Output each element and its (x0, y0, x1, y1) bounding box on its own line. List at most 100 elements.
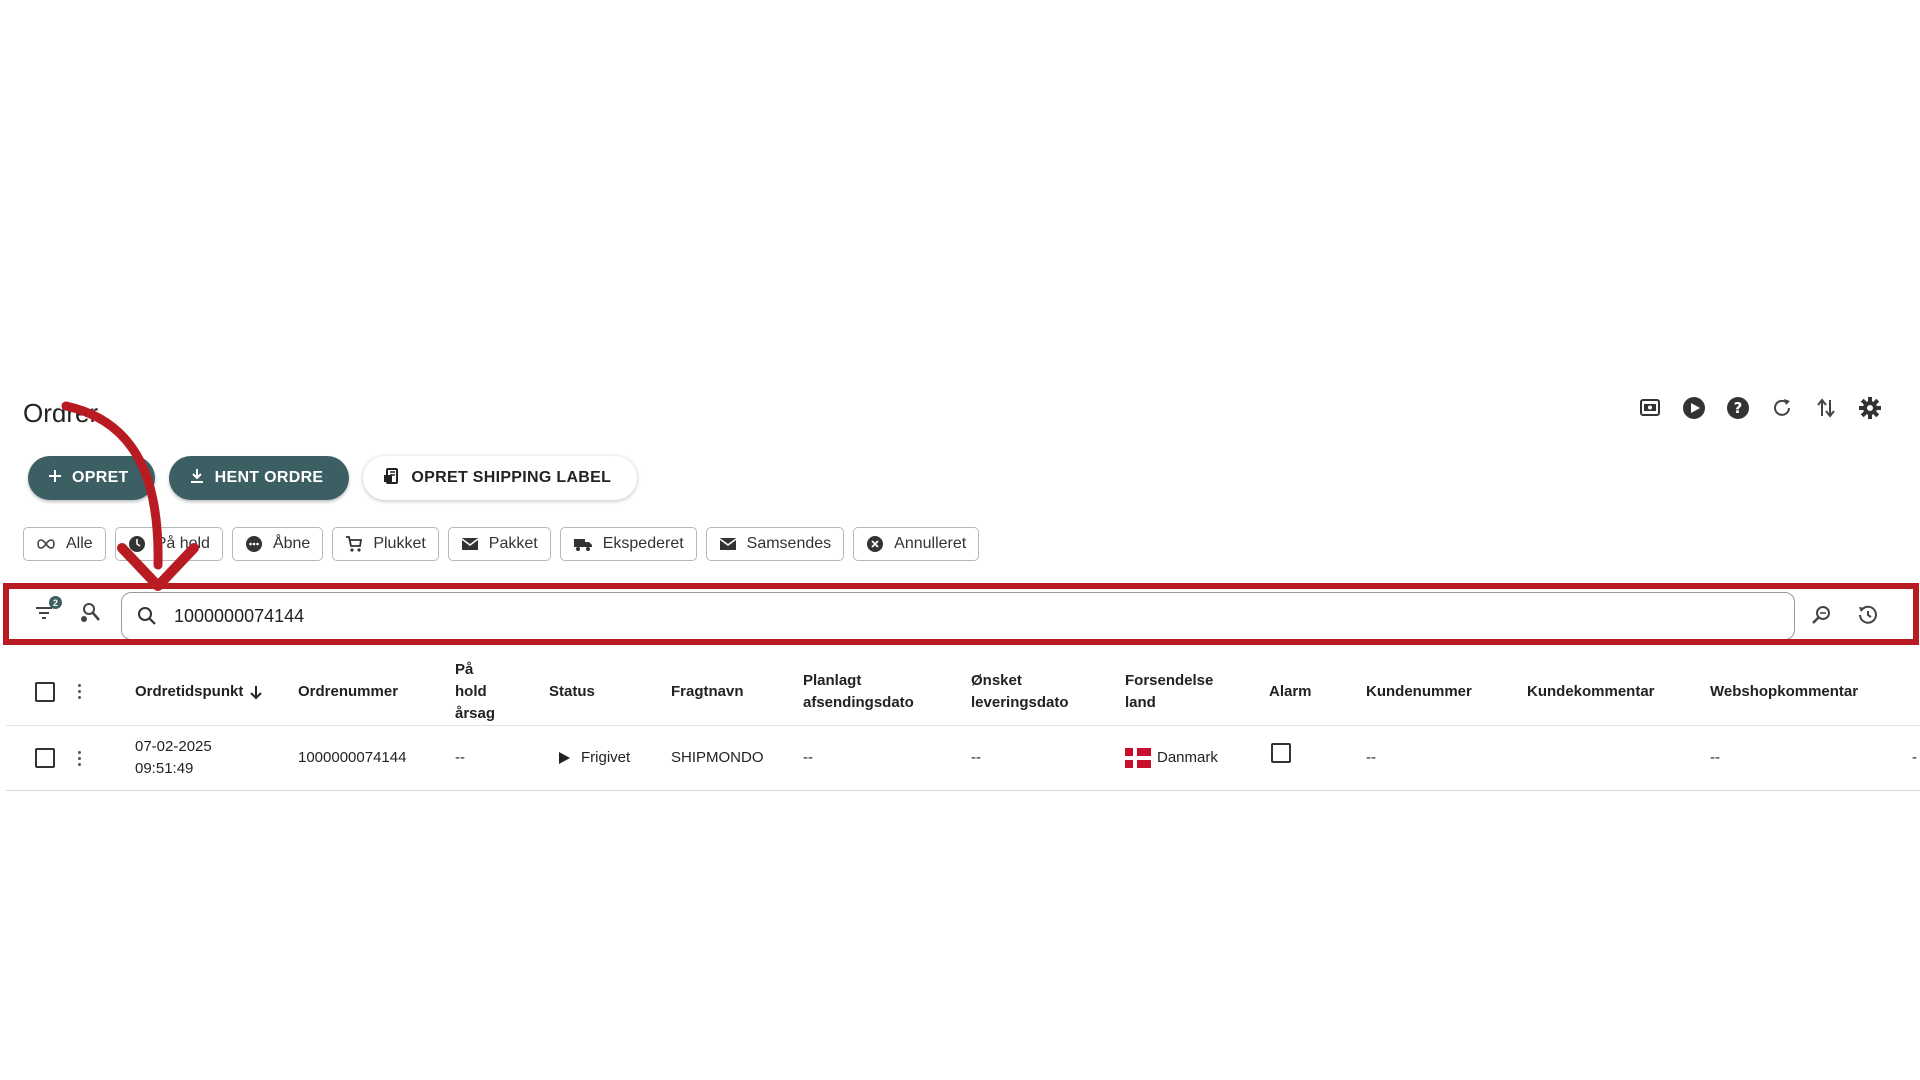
chip-ship-together[interactable]: Samsendes (705, 527, 845, 561)
zoom-search-icon[interactable] (1808, 601, 1836, 629)
sort-arrows-icon[interactable] (1814, 396, 1838, 420)
header-hold-reason-line3: årsag (455, 704, 496, 722)
cell-status-label: Frigivet (581, 749, 631, 766)
header-desired-line1: Ønsket (971, 671, 1022, 689)
cell-customer-number: -- (1366, 749, 1376, 766)
chip-shipped[interactable]: Ekspederet (559, 527, 697, 561)
cancel-circle-icon (867, 536, 884, 552)
more-circle-icon (245, 536, 262, 552)
header-planned-line1: Planlagt (803, 671, 862, 689)
action-bar: OPRET HENT ORDRE OPRET SHIPPING LABEL (28, 456, 638, 500)
cell-extra: - (1912, 749, 1917, 766)
cell-planned-date: -- (803, 749, 813, 766)
header-order-number[interactable]: Ordrenummer (298, 658, 398, 725)
help-icon[interactable]: ? (1726, 396, 1750, 420)
status-filter-chips: Alle På hold Åbne Plukket Pakket Ekspede… (23, 527, 980, 561)
chip-all[interactable]: Alle (23, 527, 106, 561)
header-country[interactable]: Forsendelse land (1125, 658, 1213, 725)
screen-icon[interactable] (1638, 396, 1662, 420)
shipping-label-icon (383, 467, 401, 490)
header-desired-line2: leveringsdato (971, 693, 1069, 711)
fetch-order-button-label: HENT ORDRE (214, 469, 324, 486)
cell-order-date: 07-02-2025 (135, 738, 212, 755)
chip-picked-label: Plukket (373, 535, 426, 552)
header-hold-reason[interactable]: På hold årsag (455, 658, 495, 725)
cell-order-clock: 09:51:49 (135, 760, 194, 777)
user-search-icon[interactable] (76, 598, 104, 626)
play-status-icon (559, 752, 570, 764)
header-order-time-label: Ordretidspunkt (135, 682, 244, 700)
truck-icon (573, 539, 592, 551)
header-webshop-comment[interactable]: Webshopkommentar (1710, 658, 1858, 725)
chip-picked[interactable]: Plukket (332, 527, 439, 561)
search-icon (138, 607, 156, 625)
header-planned-date[interactable]: Planlagt afsendingsdato (803, 658, 914, 725)
svg-text:?: ? (1734, 399, 1743, 417)
cell-status: Frigivet (557, 726, 630, 790)
orders-page: Ordrer ? OPRET HENT ORDRE OPRET SHIPPING… (0, 0, 1920, 1080)
mail-icon (461, 538, 479, 550)
search-field[interactable] (121, 592, 1795, 640)
chip-cancelled[interactable]: Annulleret (853, 527, 980, 561)
create-shipping-label-button[interactable]: OPRET SHIPPING LABEL (363, 456, 638, 500)
chip-all-label: Alle (66, 535, 93, 552)
header-customer-comment[interactable]: Kundekommentar (1527, 658, 1655, 725)
sort-down-icon (250, 685, 263, 699)
chip-packed-label: Pakket (488, 535, 538, 552)
alarm-checkbox[interactable] (1271, 743, 1291, 763)
infinity-icon (37, 539, 55, 549)
cell-country: Danmark (1125, 726, 1218, 790)
select-all-checkbox[interactable] (35, 681, 55, 702)
chip-open-label: Åbne (272, 535, 311, 552)
chip-packed[interactable]: Pakket (447, 527, 551, 561)
header-customer-number[interactable]: Kundenummer (1366, 658, 1472, 725)
table-header: Ordretidspunkt Ordrenummer På hold årsag… (6, 658, 1920, 726)
orders-table: Ordretidspunkt Ordrenummer På hold årsag… (6, 658, 1920, 791)
history-icon[interactable] (1854, 601, 1882, 629)
header-hold-reason-line1: På (455, 660, 474, 678)
plus-icon (48, 469, 62, 488)
row-menu-icon[interactable] (78, 750, 81, 766)
download-icon (189, 468, 205, 489)
header-alarm[interactable]: Alarm (1269, 658, 1312, 725)
cell-webshop-comment: -- (1710, 749, 1720, 766)
row-checkbox[interactable] (35, 748, 55, 768)
search-actions (1808, 601, 1882, 629)
chip-ship-together-label: Samsendes (746, 535, 832, 552)
create-button-label: OPRET (72, 469, 129, 486)
header-status[interactable]: Status (549, 658, 595, 725)
cell-country-label: Danmark (1157, 749, 1218, 766)
header-country-line1: Forsendelse (1125, 671, 1214, 689)
header-desired-date[interactable]: Ønsket leveringsdato (971, 658, 1069, 725)
header-menu-icon[interactable] (78, 684, 81, 699)
clock-icon (128, 536, 145, 552)
denmark-flag-icon (1125, 748, 1151, 768)
page-title: Ordrer (23, 398, 99, 428)
play-icon[interactable] (1682, 396, 1706, 420)
cell-order-number: 1000000074144 (298, 749, 407, 766)
chip-shipped-label: Ekspederet (602, 535, 684, 552)
search-input[interactable] (174, 605, 774, 627)
create-shipping-label-button-label: OPRET SHIPPING LABEL (411, 469, 612, 486)
settings-icon[interactable] (1858, 396, 1882, 420)
search-tools: 2 (32, 596, 104, 626)
mail-icon (719, 538, 737, 550)
top-toolbar: ? (1638, 396, 1882, 420)
chip-open[interactable]: Åbne (231, 527, 324, 561)
cell-order-time: 07-02-2025 09:51:49 (135, 726, 212, 790)
cell-carrier: SHIPMONDO (671, 749, 764, 766)
header-carrier[interactable]: Fragtnavn (671, 658, 744, 725)
fetch-order-button[interactable]: HENT ORDRE (168, 456, 350, 500)
create-button[interactable]: OPRET (28, 456, 155, 500)
table-row[interactable]: 07-02-2025 09:51:49 1000000074144 -- Fri… (6, 726, 1920, 791)
header-order-time[interactable]: Ordretidspunkt (135, 658, 264, 725)
filter-icon[interactable]: 2 (32, 596, 62, 626)
chip-on-hold[interactable]: På hold (114, 527, 223, 561)
filter-count-badge: 2 (49, 596, 62, 609)
chip-on-hold-label: På hold (155, 535, 210, 552)
cell-hold-reason: -- (455, 749, 465, 766)
header-country-line2: land (1125, 693, 1156, 711)
header-planned-line2: afsendingsdato (803, 693, 914, 711)
cell-desired-date: -- (971, 749, 981, 766)
refresh-icon[interactable] (1770, 396, 1794, 420)
